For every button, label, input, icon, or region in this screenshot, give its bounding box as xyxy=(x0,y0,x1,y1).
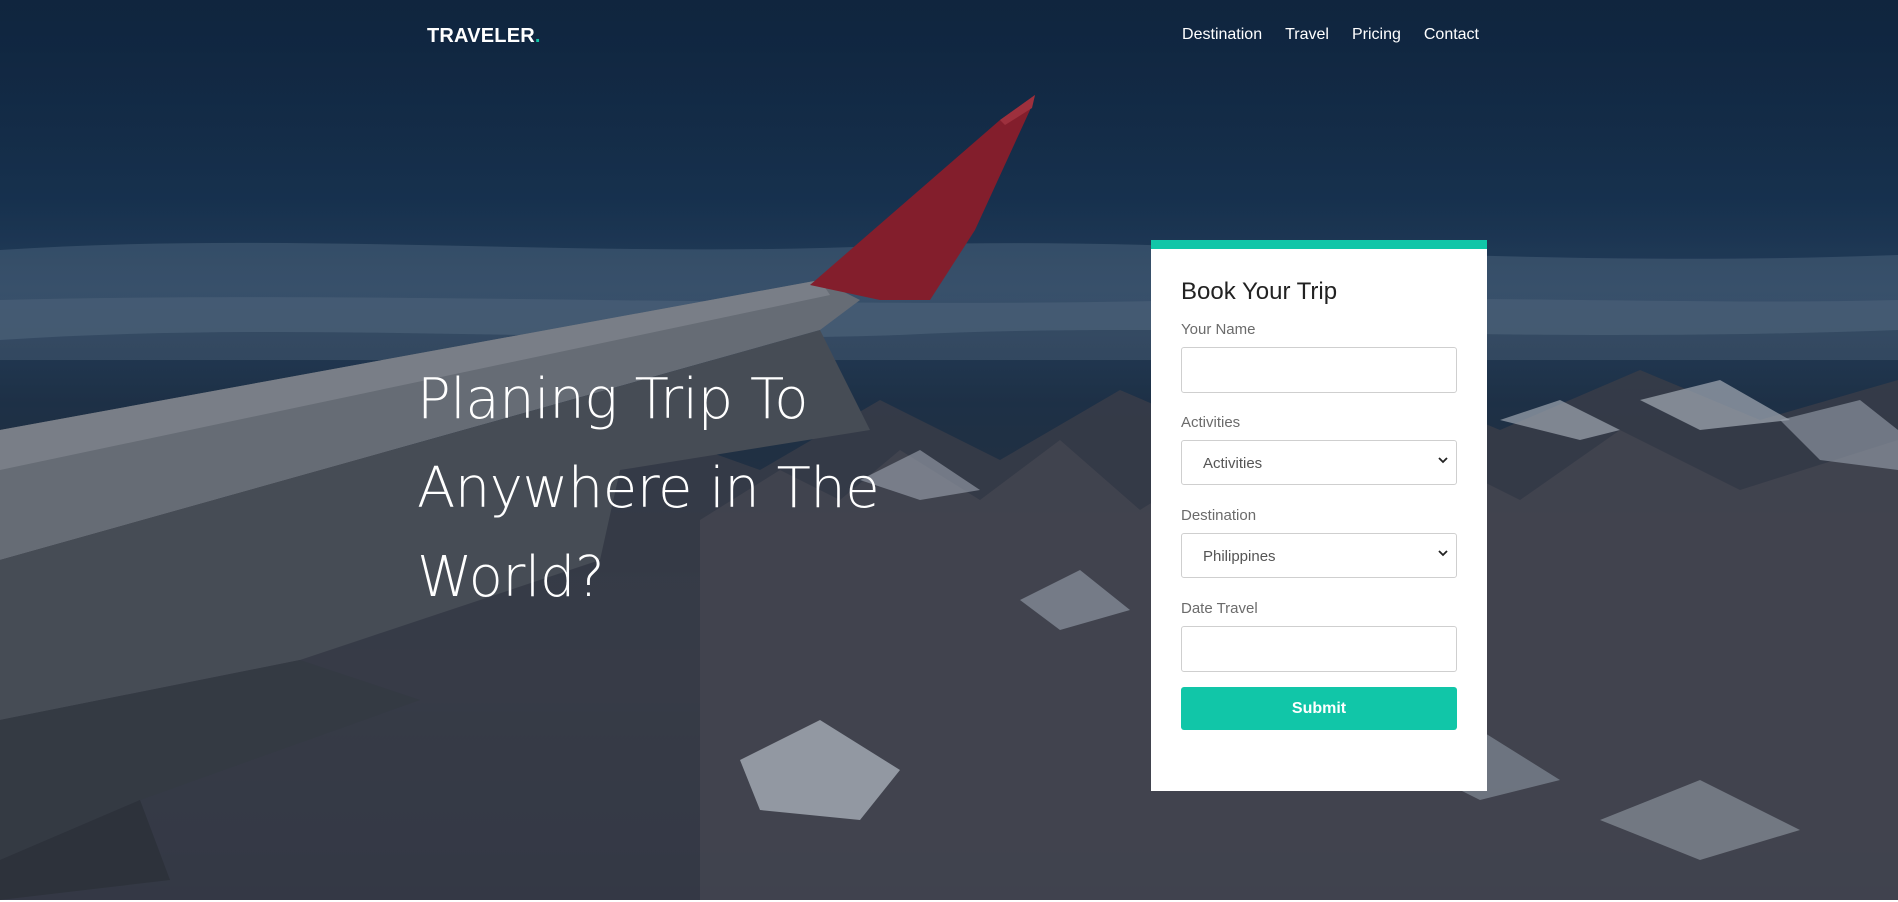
date-travel-input[interactable] xyxy=(1181,626,1457,672)
brand-logo[interactable]: TRAVELER. xyxy=(427,25,541,48)
date-field-label: Date Travel xyxy=(1181,600,1258,617)
headline-line: Planing Trip To xyxy=(417,367,808,432)
hero-section: TRAVELER. Destination Travel Pricing Con… xyxy=(0,0,1898,900)
destination-selected-value: Philippines xyxy=(1203,548,1276,565)
name-input[interactable] xyxy=(1181,347,1457,393)
headline-line: World? xyxy=(417,545,605,610)
nav-link-contact[interactable]: Contact xyxy=(1424,26,1479,44)
headline-line: Anywhere in The xyxy=(417,456,880,521)
nav-link-pricing[interactable]: Pricing xyxy=(1352,26,1401,44)
destination-field-label: Destination xyxy=(1181,507,1257,524)
hero-background-image xyxy=(0,0,1898,900)
submit-button[interactable]: Submit xyxy=(1181,687,1457,730)
name-field-label: Your Name xyxy=(1181,321,1256,338)
nav-link-travel[interactable]: Travel xyxy=(1285,26,1329,44)
chevron-down-icon xyxy=(1438,457,1448,464)
booking-form-card: Book Your Trip Your Name Activities Acti… xyxy=(1151,240,1487,791)
brand-dot: . xyxy=(534,25,541,47)
chevron-down-icon xyxy=(1438,550,1448,557)
activities-select[interactable]: Activities xyxy=(1181,440,1457,485)
activities-selected-value: Activities xyxy=(1203,455,1263,472)
top-navbar: TRAVELER. Destination Travel Pricing Con… xyxy=(427,22,1479,52)
nav-links: Destination Travel Pricing Contact xyxy=(1159,26,1479,44)
destination-select[interactable]: Philippines xyxy=(1181,533,1457,578)
hero-headline: Planing Trip To Anywhere in The World? xyxy=(417,355,897,622)
booking-form-title: Book Your Trip xyxy=(1181,278,1338,305)
nav-link-destination[interactable]: Destination xyxy=(1182,26,1262,44)
brand-name: TRAVELER xyxy=(427,25,535,47)
activities-field-label: Activities xyxy=(1181,414,1241,431)
